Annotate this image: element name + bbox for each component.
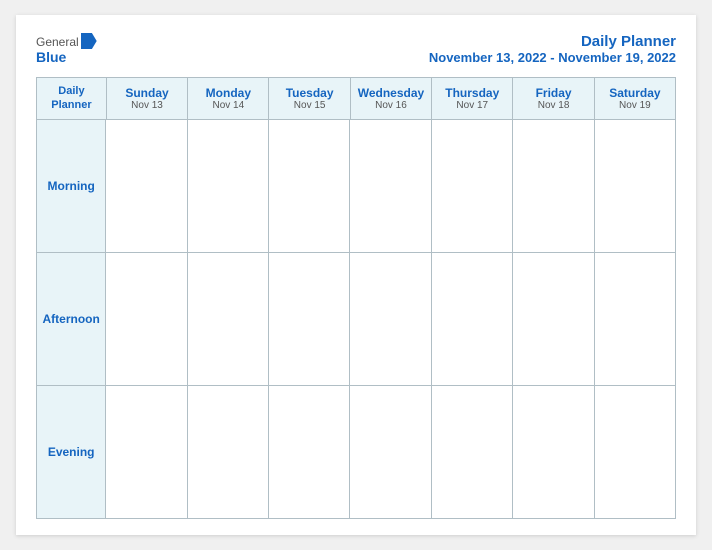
blue-arrow-icon <box>81 33 97 49</box>
cell-afternoon-sun[interactable] <box>106 253 187 385</box>
calendar-body: Morning Afternoon <box>37 120 675 518</box>
header-cell-wed: Wednesday Nov 16 <box>351 78 432 119</box>
header-cell-mon: Monday Nov 14 <box>188 78 269 119</box>
page-header: General Blue Daily Planner November 13, … <box>36 33 676 65</box>
page-title: Daily Planner <box>429 33 676 50</box>
row-afternoon: Afternoon <box>37 253 675 386</box>
logo-general: General <box>36 34 79 49</box>
logo-brand: General <box>36 33 97 49</box>
header-cell-sat: Saturday Nov 19 <box>595 78 675 119</box>
planner-page: General Blue Daily Planner November 13, … <box>16 15 696 535</box>
date-range: November 13, 2022 - November 19, 2022 <box>429 50 676 65</box>
logo-area: General Blue <box>36 33 97 65</box>
cell-afternoon-thu[interactable] <box>432 253 513 385</box>
header-cell-thu: Thursday Nov 17 <box>432 78 513 119</box>
cell-afternoon-wed[interactable] <box>350 253 431 385</box>
cell-evening-fri[interactable] <box>513 386 594 518</box>
cell-evening-tue[interactable] <box>269 386 350 518</box>
cell-morning-tue[interactable] <box>269 120 350 252</box>
logo-blue: Blue <box>36 49 66 65</box>
cell-evening-sat[interactable] <box>595 386 675 518</box>
title-area: Daily Planner November 13, 2022 - Novemb… <box>429 33 676 65</box>
row-morning: Morning <box>37 120 675 253</box>
header-cell-sun: Sunday Nov 13 <box>107 78 188 119</box>
label-evening: Evening <box>37 386 106 518</box>
label-afternoon: Afternoon <box>37 253 106 385</box>
cell-afternoon-mon[interactable] <box>188 253 269 385</box>
label-morning: Morning <box>37 120 106 252</box>
cell-afternoon-fri[interactable] <box>513 253 594 385</box>
cell-morning-mon[interactable] <box>188 120 269 252</box>
cell-afternoon-sat[interactable] <box>595 253 675 385</box>
cell-morning-wed[interactable] <box>350 120 431 252</box>
header-cell-label: DailyPlanner <box>37 78 107 119</box>
row-evening: Evening <box>37 386 675 518</box>
cell-evening-wed[interactable] <box>350 386 431 518</box>
header-cell-tue: Tuesday Nov 15 <box>269 78 350 119</box>
cell-morning-sat[interactable] <box>595 120 675 252</box>
cell-evening-sun[interactable] <box>106 386 187 518</box>
cell-afternoon-tue[interactable] <box>269 253 350 385</box>
cell-evening-thu[interactable] <box>432 386 513 518</box>
calendar-header-row: DailyPlanner Sunday Nov 13 Monday Nov 14… <box>37 78 675 120</box>
calendar-table: DailyPlanner Sunday Nov 13 Monday Nov 14… <box>36 77 676 519</box>
cell-evening-mon[interactable] <box>188 386 269 518</box>
cell-morning-fri[interactable] <box>513 120 594 252</box>
cell-morning-sun[interactable] <box>106 120 187 252</box>
cell-morning-thu[interactable] <box>432 120 513 252</box>
header-cell-fri: Friday Nov 18 <box>513 78 594 119</box>
